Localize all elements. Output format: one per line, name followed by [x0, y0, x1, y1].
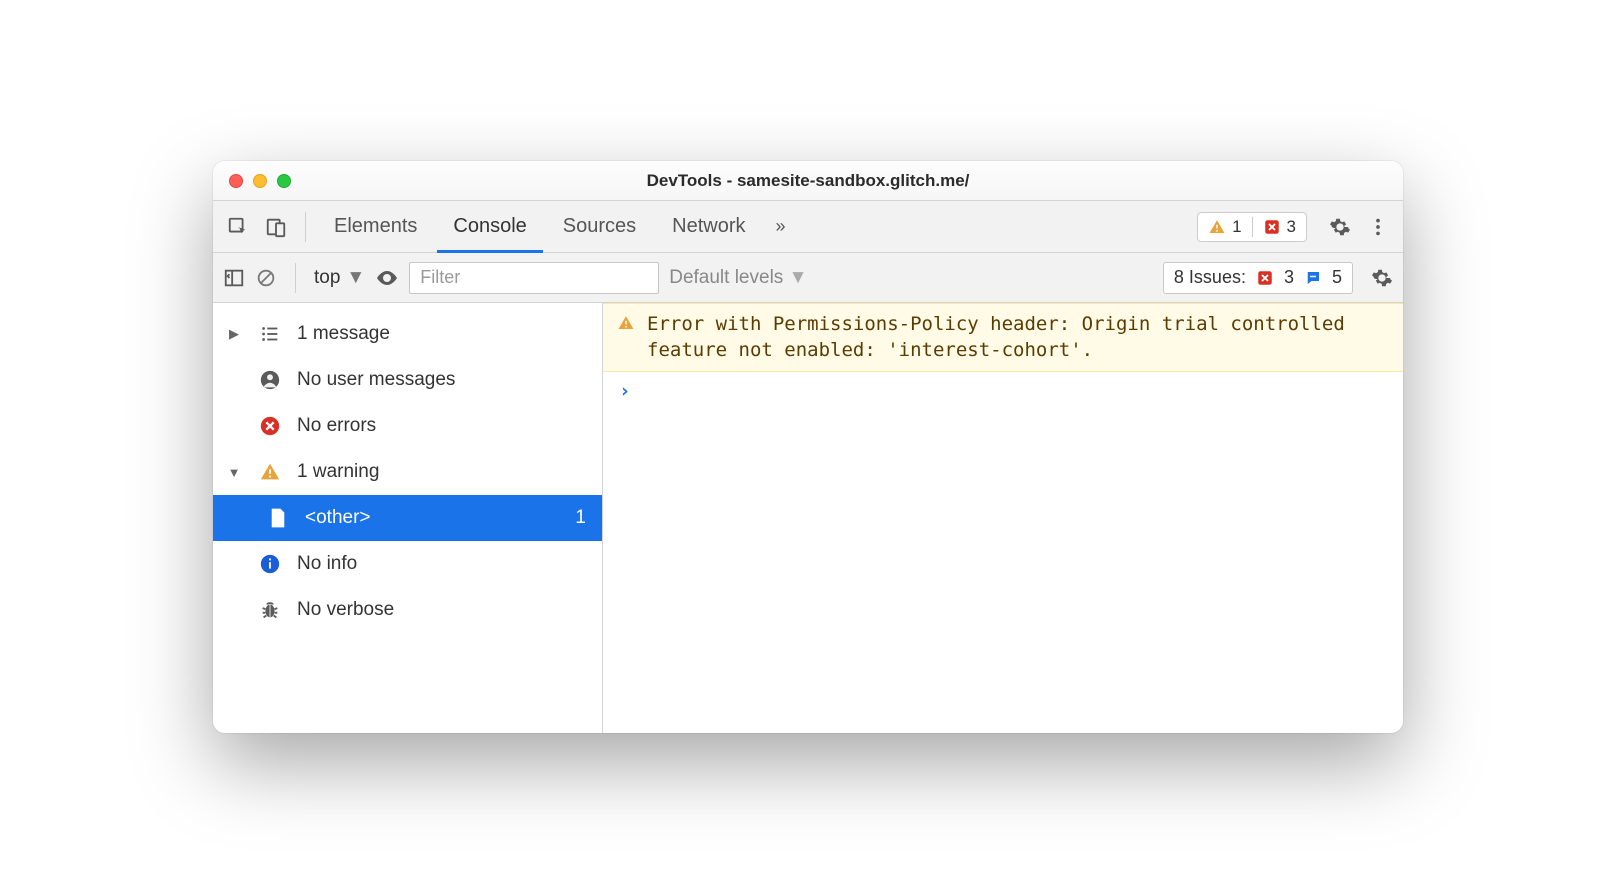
tab-label: Elements: [334, 215, 417, 238]
separator: [305, 212, 306, 242]
sidebar-item-label: No user messages: [297, 369, 455, 391]
message-icon: [1304, 269, 1322, 287]
tab-network[interactable]: Network: [656, 201, 761, 253]
warning-text: Error with Permissions-Policy header: Or…: [647, 312, 1389, 363]
console-sidebar: ▶ 1 message No user messages No errors: [213, 303, 603, 733]
device-toolbar-icon[interactable]: [259, 210, 293, 244]
warning-icon: [617, 314, 635, 332]
console-toolbar: top ▼ Default levels ▼ 8 Issues: 3 5: [213, 253, 1403, 303]
tab-console[interactable]: Console: [437, 201, 542, 253]
maximize-window-button[interactable]: [277, 174, 291, 188]
errors-badge[interactable]: 3: [1252, 217, 1306, 237]
tab-label: Console: [453, 215, 526, 238]
context-label: top: [314, 267, 340, 289]
console-settings-icon[interactable]: [1371, 267, 1393, 289]
sidebar-item-label: <other>: [305, 507, 371, 529]
devtools-window: DevTools - samesite-sandbox.glitch.me/ E…: [213, 161, 1403, 733]
issues-label: 8 Issues:: [1174, 267, 1246, 288]
main-toolbar: Elements Console Sources Network » 1 3: [213, 201, 1403, 253]
sidebar-item-label: No info: [297, 553, 357, 575]
minimize-window-button[interactable]: [253, 174, 267, 188]
more-menu-icon[interactable]: [1361, 210, 1395, 244]
console-main: Error with Permissions-Policy header: Or…: [603, 303, 1403, 733]
dropdown-icon: ▼: [789, 267, 808, 288]
issues-messages: 5: [1332, 267, 1342, 288]
console-prompt[interactable]: ›: [603, 372, 1403, 410]
settings-icon[interactable]: [1323, 210, 1357, 244]
warnings-count: 1: [1232, 217, 1241, 237]
error-icon: [1256, 269, 1274, 287]
sidebar-item-errors[interactable]: No errors: [213, 403, 602, 449]
levels-selector[interactable]: Default levels ▼: [669, 267, 807, 289]
sidebar-item-user-messages[interactable]: No user messages: [213, 357, 602, 403]
error-icon: [1263, 218, 1281, 236]
sidebar-item-label: No verbose: [297, 599, 394, 621]
live-expression-icon[interactable]: [375, 266, 399, 290]
list-icon: [257, 323, 283, 345]
console-body: ▶ 1 message No user messages No errors: [213, 303, 1403, 733]
issues-errors: 3: [1284, 267, 1294, 288]
titlebar: DevTools - samesite-sandbox.glitch.me/: [213, 161, 1403, 201]
dropdown-icon: ▼: [346, 267, 365, 289]
toggle-sidebar-icon[interactable]: [223, 267, 245, 289]
filter-input[interactable]: [409, 262, 659, 294]
warning-icon: [257, 461, 283, 483]
separator: [295, 263, 296, 293]
error-icon: [257, 415, 283, 437]
tab-label: Sources: [563, 215, 636, 238]
user-icon: [257, 369, 283, 391]
levels-label: Default levels: [669, 267, 783, 288]
file-icon: [265, 507, 291, 529]
sidebar-item-label: 1 warning: [297, 461, 379, 483]
sidebar-item-count: 1: [575, 507, 590, 529]
collapse-icon: ▼: [225, 465, 243, 480]
issues-button[interactable]: 8 Issues: 3 5: [1163, 262, 1353, 294]
error-warning-badge[interactable]: 1 3: [1197, 212, 1307, 242]
tab-elements[interactable]: Elements: [318, 201, 433, 253]
info-icon: [257, 553, 283, 575]
sidebar-item-other[interactable]: <other> 1: [213, 495, 602, 541]
sidebar-item-messages[interactable]: ▶ 1 message: [213, 311, 602, 357]
traffic-lights: [213, 174, 291, 188]
inspect-element-icon[interactable]: [221, 210, 255, 244]
tab-sources[interactable]: Sources: [547, 201, 652, 253]
warning-icon: [1208, 218, 1226, 236]
expand-icon: ▶: [225, 326, 243, 342]
more-tabs-button[interactable]: »: [766, 216, 796, 237]
console-warning-message[interactable]: Error with Permissions-Policy header: Or…: [603, 303, 1403, 372]
tab-label: Network: [672, 215, 745, 238]
sidebar-item-label: 1 message: [297, 323, 390, 345]
context-selector[interactable]: top ▼: [314, 267, 365, 289]
close-window-button[interactable]: [229, 174, 243, 188]
errors-count: 3: [1287, 217, 1296, 237]
sidebar-item-verbose[interactable]: No verbose: [213, 587, 602, 633]
sidebar-item-warnings[interactable]: ▼ 1 warning: [213, 449, 602, 495]
warnings-badge[interactable]: 1: [1198, 217, 1251, 237]
window-title: DevTools - samesite-sandbox.glitch.me/: [213, 171, 1403, 191]
sidebar-item-info[interactable]: No info: [213, 541, 602, 587]
bug-icon: [257, 599, 283, 621]
prompt-icon: ›: [619, 380, 630, 402]
clear-console-icon[interactable]: [255, 267, 277, 289]
sidebar-item-label: No errors: [297, 415, 376, 437]
